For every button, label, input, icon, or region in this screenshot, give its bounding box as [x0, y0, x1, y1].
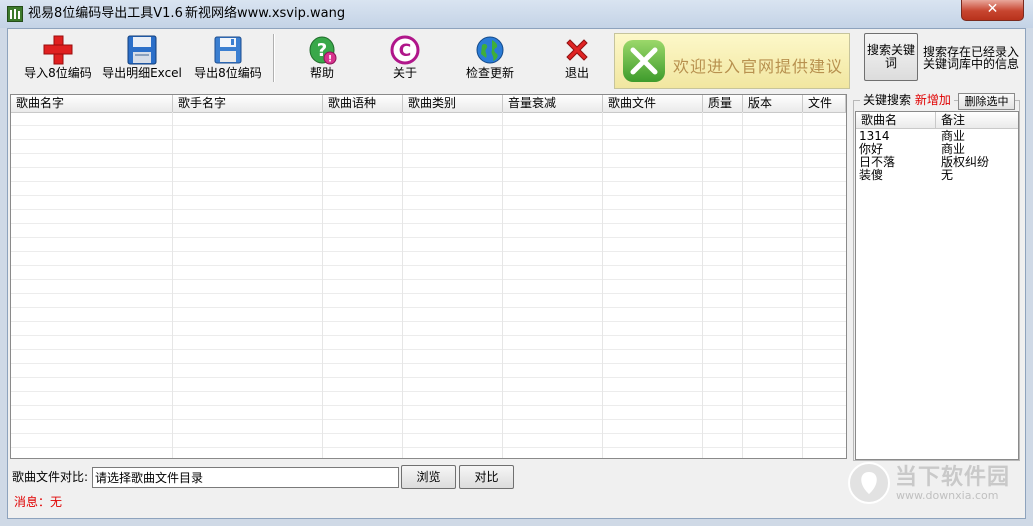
keyword-search-label: 关键搜索	[863, 93, 912, 107]
search-description-line-2: 关键词库中的信息	[923, 57, 1020, 71]
song-list-rows[interactable]	[11, 112, 846, 458]
close-button[interactable]: ✕	[961, 0, 1024, 21]
svg-text:C: C	[399, 41, 411, 61]
export-8digit-label: 导出8位编码	[194, 66, 262, 80]
copyright-icon: C	[390, 35, 420, 65]
about-label: 关于	[392, 66, 417, 80]
column-header-song[interactable]: 歌曲名	[856, 112, 936, 128]
search-keyword-label-2: 词	[884, 56, 897, 70]
watermark-logo	[848, 462, 890, 504]
search-keyword-button[interactable]: 搜索关键 词	[864, 33, 918, 81]
help-label: 帮助	[309, 66, 334, 80]
svg-text:!: !	[328, 55, 332, 65]
app-icon	[7, 6, 23, 22]
search-description: 搜索存在已经录入 关键词库中的信息	[923, 46, 1023, 70]
floppy-icon	[214, 36, 242, 64]
column-header-volume[interactable]: 音量衰减	[503, 95, 603, 112]
column-divider	[502, 112, 503, 458]
banner-text: 欢迎进入官网提供建议	[673, 57, 844, 76]
help-button[interactable]: ? ! 帮助	[290, 30, 354, 86]
export-excel-button[interactable]: 导出明细Excel	[100, 30, 184, 86]
column-header-version[interactable]: 版本	[743, 95, 803, 112]
floppy-blue-icon	[127, 35, 157, 65]
import-8digit-label: 导入8位编码	[24, 66, 92, 80]
downxia-logo-icon	[861, 472, 877, 494]
window-title: 视易8位编码导出工具V1.6	[28, 6, 183, 21]
export-8digit-button[interactable]: 导出8位编码	[190, 30, 266, 86]
column-header-language[interactable]: 歌曲语种	[323, 95, 403, 112]
exit-button[interactable]: 退出	[545, 30, 609, 86]
about-button[interactable]: C 关于	[373, 30, 437, 86]
column-header-note[interactable]: 备注	[936, 112, 1018, 128]
globe-icon	[476, 36, 504, 64]
window-subtitle: 新视网络www.xsvip.wang	[185, 6, 346, 21]
delete-selected-button[interactable]: 删除选中	[958, 93, 1015, 110]
website-banner[interactable]: 欢迎进入官网提供建议	[614, 33, 850, 89]
keyword-caption: 关键搜索 新增加	[860, 93, 954, 107]
help-icon: ? !	[309, 36, 337, 65]
column-header-singer[interactable]: 歌手名字	[173, 95, 323, 112]
toolbar-separator	[273, 34, 275, 82]
song-directory-input[interactable]	[92, 467, 399, 488]
watermark-url: www.downxia.com	[896, 489, 999, 502]
column-divider	[742, 112, 743, 458]
keyword-list[interactable]: 歌曲名 备注 1314 商业 你好 商业 日不落 版权纠纷 装傻 无	[855, 111, 1019, 460]
keyword-note: 无	[941, 168, 954, 182]
column-divider	[322, 112, 323, 458]
export-excel-label: 导出明细Excel	[102, 66, 182, 80]
compare-button[interactable]: 对比	[459, 465, 514, 489]
red-x-icon	[566, 39, 588, 61]
column-header-category[interactable]: 歌曲类别	[403, 95, 503, 112]
column-divider	[702, 112, 703, 458]
column-divider	[172, 112, 173, 458]
status-message: 消息：无	[14, 495, 63, 509]
add-keyword-link[interactable]: 新增加	[915, 93, 951, 107]
compare-label: 歌曲文件对比:	[12, 470, 89, 484]
song-list-header: 歌曲名字 歌手名字 歌曲语种 歌曲类别 音量衰减 歌曲文件 质量 版本 文件	[11, 95, 846, 113]
column-divider	[602, 112, 603, 458]
keyword-row[interactable]: 装傻 无	[856, 169, 1018, 182]
browse-button[interactable]: 浏览	[401, 465, 456, 489]
import-8digit-button[interactable]: 导入8位编码	[20, 30, 96, 86]
exit-label: 退出	[564, 66, 589, 80]
column-header-song-name[interactable]: 歌曲名字	[11, 95, 173, 112]
column-header-file[interactable]: 文件	[803, 95, 846, 112]
column-header-song-file[interactable]: 歌曲文件	[603, 95, 703, 112]
title-bar: 视易8位编码导出工具V1.6 新视网络www.xsvip.wang ✕	[0, 0, 1033, 28]
column-divider	[802, 112, 803, 458]
column-header-quality[interactable]: 质量	[703, 95, 743, 112]
check-update-button[interactable]: 检查更新	[458, 30, 522, 86]
red-plus-icon	[43, 35, 73, 65]
watermark-name: 当下软件园	[895, 465, 1011, 490]
xs-logo-icon	[630, 47, 658, 75]
keyword-song: 装傻	[859, 168, 884, 182]
column-divider	[402, 112, 403, 458]
check-update-label: 检查更新	[465, 66, 514, 80]
song-list-table[interactable]: 歌曲名字 歌手名字 歌曲语种 歌曲类别 音量衰减 歌曲文件 质量 版本 文件	[10, 94, 847, 459]
banner-logo	[623, 40, 665, 82]
keyword-list-header: 歌曲名 备注	[856, 112, 1018, 129]
